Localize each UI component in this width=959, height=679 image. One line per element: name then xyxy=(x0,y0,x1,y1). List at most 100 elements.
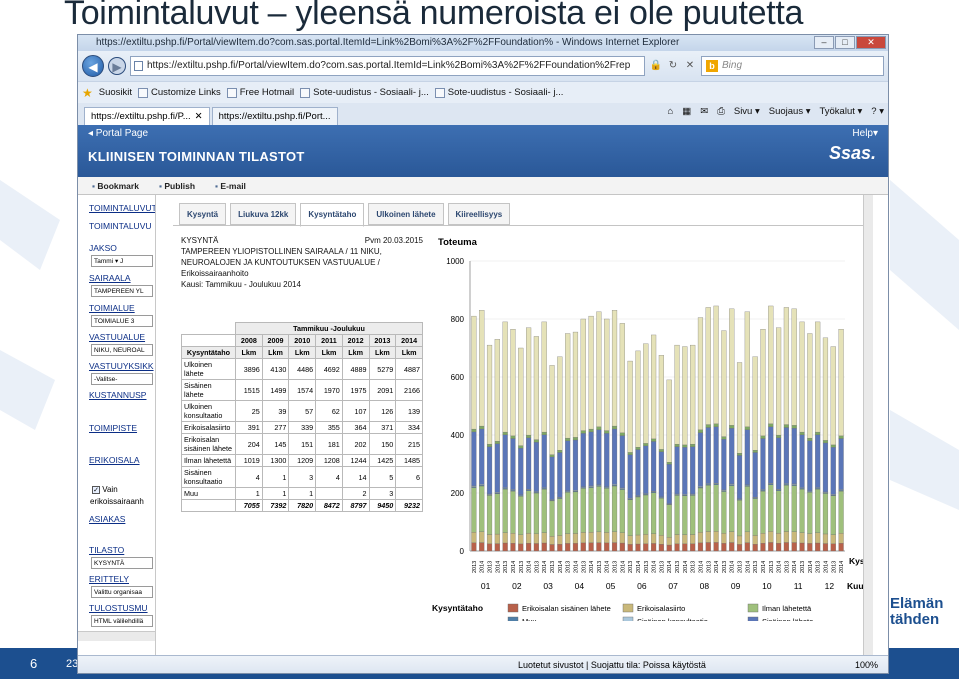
link-sairaala[interactable]: SAIRAALA xyxy=(78,273,131,283)
bar-segment xyxy=(533,492,539,534)
total-cell: 8797 xyxy=(341,499,370,512)
x-year-label: 2013 xyxy=(519,561,525,573)
sairaala-field[interactable]: TAMPEREEN YL xyxy=(91,285,153,297)
tools-menu[interactable]: Työkalut ▾ xyxy=(820,106,863,117)
bar-segment xyxy=(572,437,579,441)
x-year-label: 2014 xyxy=(511,561,517,573)
print-icon[interactable]: ⎙ xyxy=(717,106,725,117)
portal-page-link[interactable]: ◂ Portal Page xyxy=(88,128,148,139)
home-icon[interactable]: ⌂ xyxy=(668,106,674,117)
mail-icon[interactable]: ✉ xyxy=(700,106,708,117)
forward-button[interactable]: ▶ xyxy=(108,57,126,75)
tab-kysyntataho[interactable]: Kysyntätaho xyxy=(300,203,365,227)
checkbox-icon[interactable]: ✓ xyxy=(92,485,100,494)
table-cell: 4 xyxy=(315,466,343,488)
refresh-icon[interactable]: ↻ xyxy=(666,58,680,74)
left-panel-scrollbar[interactable] xyxy=(78,631,155,641)
bar-segment xyxy=(596,486,602,533)
link-erittely[interactable]: ERITTELY xyxy=(78,574,129,584)
total-cell: 7820 xyxy=(288,499,317,512)
bar-segment xyxy=(619,532,625,544)
bar-segment xyxy=(619,323,625,433)
bookmark-button[interactable]: Bookmark xyxy=(92,181,139,191)
bar-segment xyxy=(768,305,774,424)
stop-icon[interactable]: ✕ xyxy=(683,58,697,74)
favorites-star-icon[interactable]: ★ xyxy=(82,86,93,100)
bar-segment xyxy=(791,542,797,552)
back-button[interactable]: ◀ xyxy=(82,55,104,77)
x-year-label: 2013 xyxy=(659,561,665,573)
favorite-link[interactable]: Sote-uudistus - Sosiaali- j... xyxy=(300,87,429,98)
bar-segment xyxy=(596,426,602,430)
link-toimipiste[interactable]: TOIMIPISTE xyxy=(78,423,137,433)
help-menu[interactable]: ? ▾ xyxy=(871,106,884,117)
tab-kysynta[interactable]: Kysyntä xyxy=(179,203,227,225)
vastuuyksikko-field[interactable]: -Valitse- xyxy=(91,373,153,385)
tab-close-icon[interactable]: ✕ xyxy=(195,108,203,126)
bar-segment xyxy=(838,438,844,490)
bar-segment xyxy=(791,531,797,543)
safety-menu[interactable]: Suojaus ▾ xyxy=(769,106,811,117)
link-toimialue[interactable]: TOIMIALUE xyxy=(78,303,135,313)
search-input[interactable]: b Bing xyxy=(701,56,884,76)
tilasto-field[interactable]: KYSYNTÄ xyxy=(91,557,153,569)
link-erikoisala[interactable]: ERIKOISALA xyxy=(78,455,140,465)
bar-segment xyxy=(721,436,727,440)
favorite-link[interactable]: Free Hotmail xyxy=(226,87,294,98)
feeds-icon[interactable]: ▦ xyxy=(682,106,691,117)
close-button[interactable]: ✕ xyxy=(856,36,886,49)
favorite-link[interactable]: Customize Links xyxy=(138,87,221,98)
bar-segment xyxy=(744,429,750,485)
email-button[interactable]: E-mail xyxy=(215,181,246,191)
link-vastuuyksikko[interactable]: VASTUUYKSIKK xyxy=(78,361,154,371)
checkbox-sublabel: erikoissairaanh xyxy=(90,497,144,506)
tulostus-field[interactable]: HTML välilehdillä xyxy=(91,615,153,627)
bar-segment xyxy=(502,532,508,544)
link-vastuualue[interactable]: VASTUUALUE xyxy=(78,332,145,342)
bar-segment xyxy=(791,485,797,532)
favorites-label[interactable]: Suosikit xyxy=(99,87,132,98)
lock-icon[interactable]: 🔒 xyxy=(649,58,663,74)
toimialue-field[interactable]: TOIMIALUE 3 xyxy=(91,315,153,327)
vain-checkbox[interactable]: ✓ Vain xyxy=(92,485,118,494)
minimize-button[interactable]: – xyxy=(814,36,834,49)
browser-tab[interactable]: https://extiltu.pshp.fi/Port... xyxy=(211,107,338,125)
bar-segment xyxy=(526,437,532,490)
tab-ulkoinen-lahete[interactable]: Ulkoinen lähete xyxy=(368,203,444,225)
bar-segment xyxy=(674,446,680,495)
link-kustannuspaikka[interactable]: KUSTANNUSP xyxy=(78,390,146,400)
tab-kiireellisyys[interactable]: Kiireellisyys xyxy=(447,203,511,225)
bar-segment xyxy=(799,321,805,433)
bar-segment xyxy=(744,426,750,430)
help-link[interactable]: Help▾ xyxy=(852,128,878,139)
bar-segment xyxy=(549,454,555,458)
favorite-link[interactable]: Sote-uudistus - Sosiaali- j... xyxy=(434,87,563,98)
browser-tab[interactable]: https://extiltu.pshp.fi/P... ✕ xyxy=(84,107,210,125)
report-scrollbar[interactable] xyxy=(863,195,873,655)
erittely-field[interactable]: Valittu organisaa xyxy=(91,586,153,598)
slide-title: Toimintaluvut – yleensä numeroista ei ol… xyxy=(64,0,804,32)
bar-segment xyxy=(658,355,664,450)
zoom-level[interactable]: 100% xyxy=(855,656,878,673)
bar-segment xyxy=(572,491,579,534)
link-tilasto[interactable]: TILASTO xyxy=(78,545,124,555)
table-cell: 215 xyxy=(395,433,423,455)
vastuualue-field[interactable]: NIKU, NEUROAL xyxy=(91,344,153,356)
link-toimintaluvut[interactable]: TOIMINTALUVUT xyxy=(78,203,155,213)
bar-segment xyxy=(588,428,594,433)
address-bar[interactable]: https://extiltu.pshp.fi/Portal/viewItem.… xyxy=(130,56,645,76)
jakso-select[interactable]: Tammi ▾ J xyxy=(91,255,153,267)
unit-header: Lkm xyxy=(288,346,317,359)
maximize-button[interactable]: □ xyxy=(835,36,855,49)
favorite-link-label: Sote-uudistus - Sosiaali- j... xyxy=(313,87,429,98)
tab-liukuva-12kk[interactable]: Liukuva 12kk xyxy=(230,203,297,225)
bar-segment xyxy=(572,439,579,491)
link-asiakas[interactable]: ASIAKAS xyxy=(78,514,125,524)
bar-segment xyxy=(666,537,672,546)
publish-button[interactable]: Publish xyxy=(159,181,195,191)
report-area: Kysyntä Liukuva 12kk Kysyntätaho Ulkoine… xyxy=(173,195,873,655)
link-tulostusmuoto[interactable]: TULOSTUSMU xyxy=(78,603,148,613)
bar-segment xyxy=(736,535,743,545)
page-menu[interactable]: Sivu ▾ xyxy=(734,106,760,117)
link-toimintaluvut-2[interactable]: TOIMINTALUVU xyxy=(78,221,152,229)
